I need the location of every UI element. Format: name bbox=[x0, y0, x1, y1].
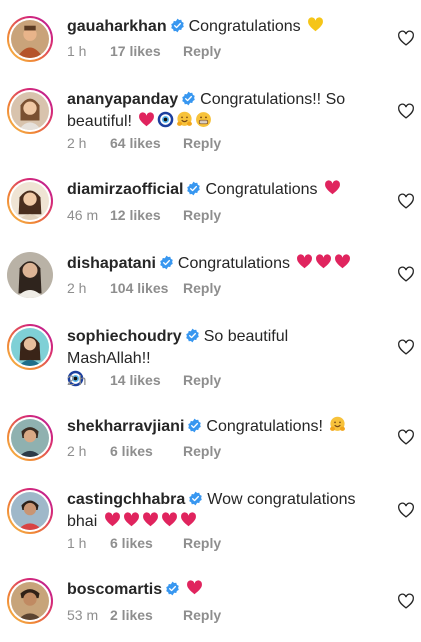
timestamp: 53 m bbox=[67, 607, 99, 623]
red-heart-icon bbox=[180, 511, 197, 528]
red-heart-icon bbox=[138, 111, 155, 128]
likes-count[interactable]: 12 likes bbox=[110, 206, 180, 224]
avatar[interactable] bbox=[7, 178, 53, 224]
reply-button[interactable]: Reply bbox=[183, 42, 221, 60]
comment-meta: 1 h 17 likes Reply bbox=[67, 42, 221, 60]
username[interactable]: shekharravjiani bbox=[67, 418, 184, 435]
red-heart-icon bbox=[123, 511, 140, 528]
red-heart-icon bbox=[334, 253, 351, 270]
comment-body: Congratulations! bbox=[206, 418, 323, 435]
avatar[interactable] bbox=[7, 415, 53, 461]
likes-count[interactable]: 104 likes bbox=[110, 279, 180, 297]
like-heart-icon[interactable] bbox=[397, 193, 415, 209]
comment-text: dishapatani Congratulations bbox=[67, 253, 367, 275]
avatar[interactable] bbox=[7, 252, 53, 298]
comment-text: gauaharkhan Congratulations bbox=[67, 16, 367, 38]
red-heart-icon bbox=[186, 579, 203, 596]
hugging-face-icon bbox=[176, 111, 193, 128]
verified-badge-icon bbox=[186, 181, 201, 196]
red-heart-icon bbox=[161, 511, 178, 528]
like-heart-icon[interactable] bbox=[397, 593, 415, 609]
yellow-heart-icon bbox=[307, 16, 324, 33]
comment-meta: 2 h 14 likes Reply bbox=[67, 371, 221, 389]
likes-count[interactable]: 17 likes bbox=[110, 42, 180, 60]
comment-meta: 2 h 64 likes Reply bbox=[67, 134, 221, 152]
like-heart-icon[interactable] bbox=[397, 30, 415, 46]
likes-count[interactable]: 6 likes bbox=[110, 534, 180, 552]
verified-badge-icon bbox=[159, 255, 174, 270]
username[interactable]: diamirzaofficial bbox=[67, 181, 183, 198]
comment-text: diamirzaofficial Congratulations bbox=[67, 179, 367, 201]
comment-body: Congratulations bbox=[188, 18, 301, 35]
red-heart-icon bbox=[142, 511, 159, 528]
comment-body: Congratulations bbox=[205, 181, 318, 198]
comment-body: Congratulations bbox=[177, 255, 290, 272]
comment-text: shekharravjiani Congratulations! bbox=[67, 416, 367, 438]
grimacing-face-icon bbox=[195, 111, 212, 128]
verified-badge-icon bbox=[187, 418, 202, 433]
reply-button[interactable]: Reply bbox=[183, 279, 221, 297]
like-heart-icon[interactable] bbox=[397, 266, 415, 282]
username[interactable]: sophiechoudry bbox=[67, 328, 182, 345]
red-heart-icon bbox=[315, 253, 332, 270]
verified-badge-icon bbox=[170, 18, 185, 33]
avatar[interactable] bbox=[7, 578, 53, 624]
reply-button[interactable]: Reply bbox=[183, 442, 221, 460]
verified-badge-icon bbox=[185, 328, 200, 343]
likes-count[interactable]: 6 likes bbox=[110, 442, 180, 460]
timestamp: 2 h bbox=[67, 443, 87, 459]
reply-button[interactable]: Reply bbox=[183, 206, 221, 224]
reply-button[interactable]: Reply bbox=[183, 134, 221, 152]
red-heart-icon bbox=[324, 179, 341, 196]
likes-count[interactable]: 14 likes bbox=[110, 371, 180, 389]
avatar[interactable] bbox=[7, 488, 53, 534]
like-heart-icon[interactable] bbox=[397, 103, 415, 119]
likes-count[interactable]: 64 likes bbox=[110, 134, 180, 152]
reply-button[interactable]: Reply bbox=[183, 371, 221, 389]
comments-list: gauaharkhan Congratulations 1 h 17 likes Re… bbox=[0, 0, 421, 642]
hugging-face-icon bbox=[329, 416, 346, 433]
timestamp: 46 m bbox=[67, 207, 99, 223]
comment-meta: 2 h 104 likes Reply bbox=[67, 279, 221, 297]
verified-badge-icon bbox=[165, 581, 180, 596]
verified-badge-icon bbox=[188, 491, 203, 506]
timestamp: 2 h bbox=[67, 372, 87, 388]
like-heart-icon[interactable] bbox=[397, 339, 415, 355]
comment-meta: 53 m 2 likes Reply bbox=[67, 606, 221, 624]
red-heart-icon bbox=[296, 253, 313, 270]
timestamp: 2 h bbox=[67, 135, 87, 151]
nazar-amulet-icon bbox=[157, 111, 174, 128]
avatar[interactable] bbox=[7, 88, 53, 134]
comment-meta: 46 m 12 likes Reply bbox=[67, 206, 221, 224]
reply-button[interactable]: Reply bbox=[183, 606, 221, 624]
likes-count[interactable]: 2 likes bbox=[110, 606, 180, 624]
red-heart-icon bbox=[104, 511, 121, 528]
verified-badge-icon bbox=[181, 91, 196, 106]
avatar[interactable] bbox=[7, 324, 53, 370]
avatar[interactable] bbox=[7, 16, 53, 62]
reply-button[interactable]: Reply bbox=[183, 534, 221, 552]
username[interactable]: gauaharkhan bbox=[67, 18, 167, 35]
timestamp: 2 h bbox=[67, 280, 87, 296]
timestamp: 1 h bbox=[67, 43, 87, 59]
username[interactable]: castingchhabra bbox=[67, 491, 185, 508]
comment-text: ananyapanday Congratulations!! So beautif… bbox=[67, 89, 367, 133]
comment-text: boscomartis bbox=[67, 579, 367, 601]
like-heart-icon[interactable] bbox=[397, 429, 415, 445]
like-heart-icon[interactable] bbox=[397, 502, 415, 518]
comment-meta: 1 h 6 likes Reply bbox=[67, 534, 221, 552]
timestamp: 1 h bbox=[67, 535, 87, 551]
username[interactable]: dishapatani bbox=[67, 255, 156, 272]
username[interactable]: boscomartis bbox=[67, 581, 162, 598]
comment-meta: 2 h 6 likes Reply bbox=[67, 442, 221, 460]
username[interactable]: ananyapanday bbox=[67, 91, 178, 108]
comment-text: castingchhabra Wow congratulations bhai bbox=[67, 489, 367, 533]
